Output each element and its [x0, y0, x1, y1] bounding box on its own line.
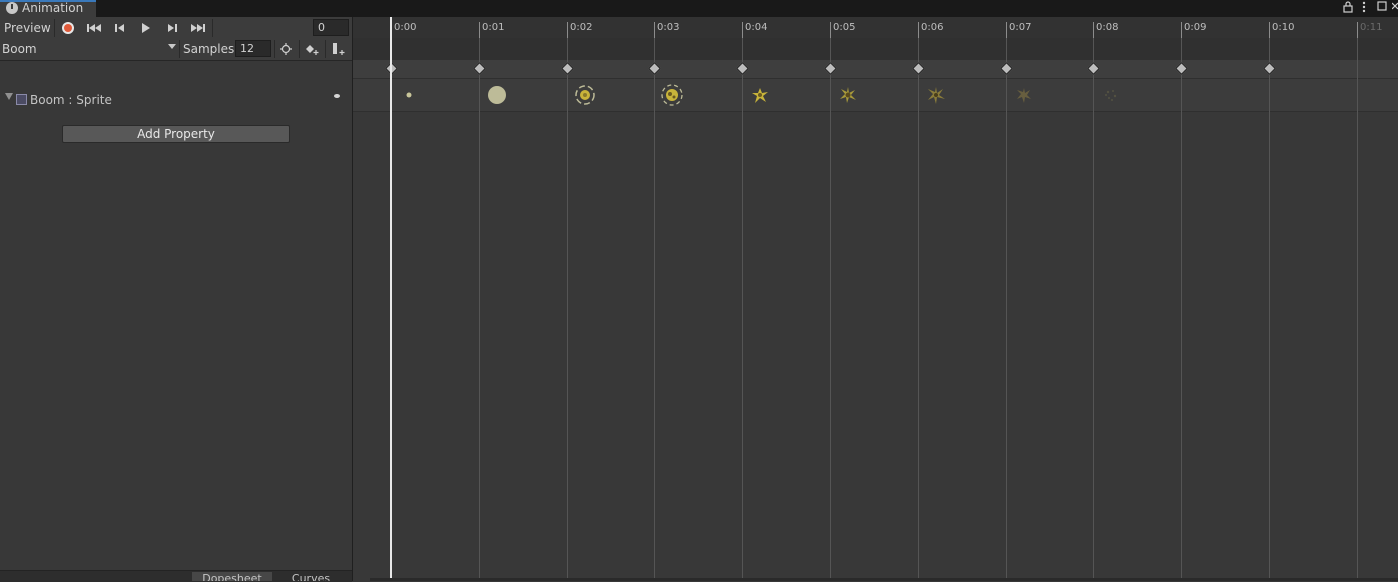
add-keyframe-button[interactable] [300, 40, 324, 58]
sprite-keyframe[interactable] [485, 84, 509, 106]
frame-gridline [830, 38, 831, 581]
ruler-tick [1006, 22, 1007, 38]
ruler-tick [1093, 22, 1094, 38]
last-key-button[interactable] [186, 19, 210, 37]
window-tab-bar [0, 0, 1398, 17]
tab-title: Animation [22, 1, 84, 15]
ruler-tick-label: 0:09 [1184, 22, 1207, 33]
toolbar-divider [179, 40, 180, 58]
ruler-tick-label: 0:01 [482, 22, 505, 33]
toolbar-divider [212, 19, 213, 37]
next-key-button[interactable] [160, 19, 184, 37]
kebab-menu-icon[interactable] [1362, 1, 1366, 16]
property-label: Boom : Sprite [30, 93, 112, 107]
events-row[interactable] [353, 38, 1398, 61]
current-frame-field[interactable]: 0 [313, 19, 349, 36]
frame-gridline [1093, 38, 1094, 581]
expand-triangle-icon[interactable] [5, 93, 13, 100]
first-key-button[interactable] [82, 19, 106, 37]
sprite-keyframe[interactable] [836, 84, 860, 106]
sprite-renderer-icon [16, 94, 27, 105]
preview-toggle[interactable]: Preview [4, 21, 51, 35]
ruler-tick-label: 0:08 [1096, 22, 1119, 33]
sprite-keyframe[interactable] [924, 84, 948, 106]
frame-gridline [918, 38, 919, 581]
tab-curves[interactable]: Curves [276, 572, 346, 581]
tab-dopesheet[interactable]: Dopesheet [192, 572, 272, 581]
playhead[interactable] [390, 17, 392, 581]
sprite-key-row[interactable] [353, 78, 1398, 112]
frame-gridline [1006, 38, 1007, 581]
ruler-tick [830, 22, 831, 38]
summary-row[interactable] [353, 60, 1398, 78]
record-button[interactable] [56, 19, 80, 37]
toolbar-divider [54, 19, 55, 37]
ruler-tick-label: 0:04 [745, 22, 768, 33]
add-keyframe-icon [306, 45, 319, 55]
add-property-button[interactable]: Add Property [62, 125, 290, 143]
clock-icon [6, 2, 18, 14]
ruler-tick-label: 0:11 [1360, 22, 1383, 33]
ruler-tick [567, 22, 568, 38]
skip-back-icon [87, 24, 101, 32]
samples-field[interactable]: 12 [235, 40, 271, 57]
ruler-tick-label: 0:06 [921, 22, 944, 33]
ruler-tick [1269, 22, 1270, 38]
ruler-tick [1357, 22, 1358, 38]
play-button[interactable] [134, 19, 158, 37]
ruler-tick [479, 22, 480, 38]
ruler-tick-label: 0:00 [394, 22, 417, 33]
frame-gridline [1181, 38, 1182, 581]
ruler-tick [742, 22, 743, 38]
lock-icon[interactable] [1343, 1, 1353, 16]
frame-gridline [742, 38, 743, 581]
frame-gridline [1357, 38, 1358, 581]
maximize-icon[interactable] [1377, 1, 1387, 14]
play-icon [142, 23, 150, 33]
time-ruler[interactable] [353, 17, 1398, 39]
previous-key-button[interactable] [108, 19, 132, 37]
frame-gridline [567, 38, 568, 581]
crosshair-icon [280, 43, 292, 55]
ruler-tick-label: 0:05 [833, 22, 856, 33]
add-event-icon [333, 43, 345, 55]
frame-gridline [1269, 38, 1270, 581]
sprite-keyframe[interactable] [1012, 84, 1036, 106]
chevron-down-icon [168, 44, 176, 49]
sprite-keyframe[interactable] [660, 84, 684, 106]
property-options-icon[interactable] [334, 94, 340, 98]
add-event-button[interactable] [326, 40, 350, 58]
ruler-tick-label: 0:03 [657, 22, 680, 33]
step-forward-icon [168, 24, 177, 32]
record-icon [62, 22, 74, 34]
samples-label: Samples [183, 42, 235, 56]
ruler-tick-label: 0:10 [1272, 22, 1295, 33]
close-icon[interactable] [1391, 1, 1398, 14]
frame-gridline [654, 38, 655, 581]
sprite-keyframe[interactable] [397, 84, 421, 106]
sprite-keyframe[interactable] [573, 84, 597, 106]
ruler-tick [654, 22, 655, 38]
frame-gridline [479, 38, 480, 581]
sprite-keyframe[interactable] [748, 84, 772, 106]
ruler-tick [918, 22, 919, 38]
ruler-tick-label: 0:02 [570, 22, 593, 33]
step-back-icon [115, 24, 124, 32]
skip-forward-icon [191, 24, 205, 32]
sprite-keyframe[interactable] [1099, 84, 1123, 106]
ruler-tick-label: 0:07 [1009, 22, 1032, 33]
snap-button[interactable] [274, 40, 298, 58]
ruler-tick [1181, 22, 1182, 38]
clip-dropdown[interactable]: Boom [2, 40, 178, 58]
